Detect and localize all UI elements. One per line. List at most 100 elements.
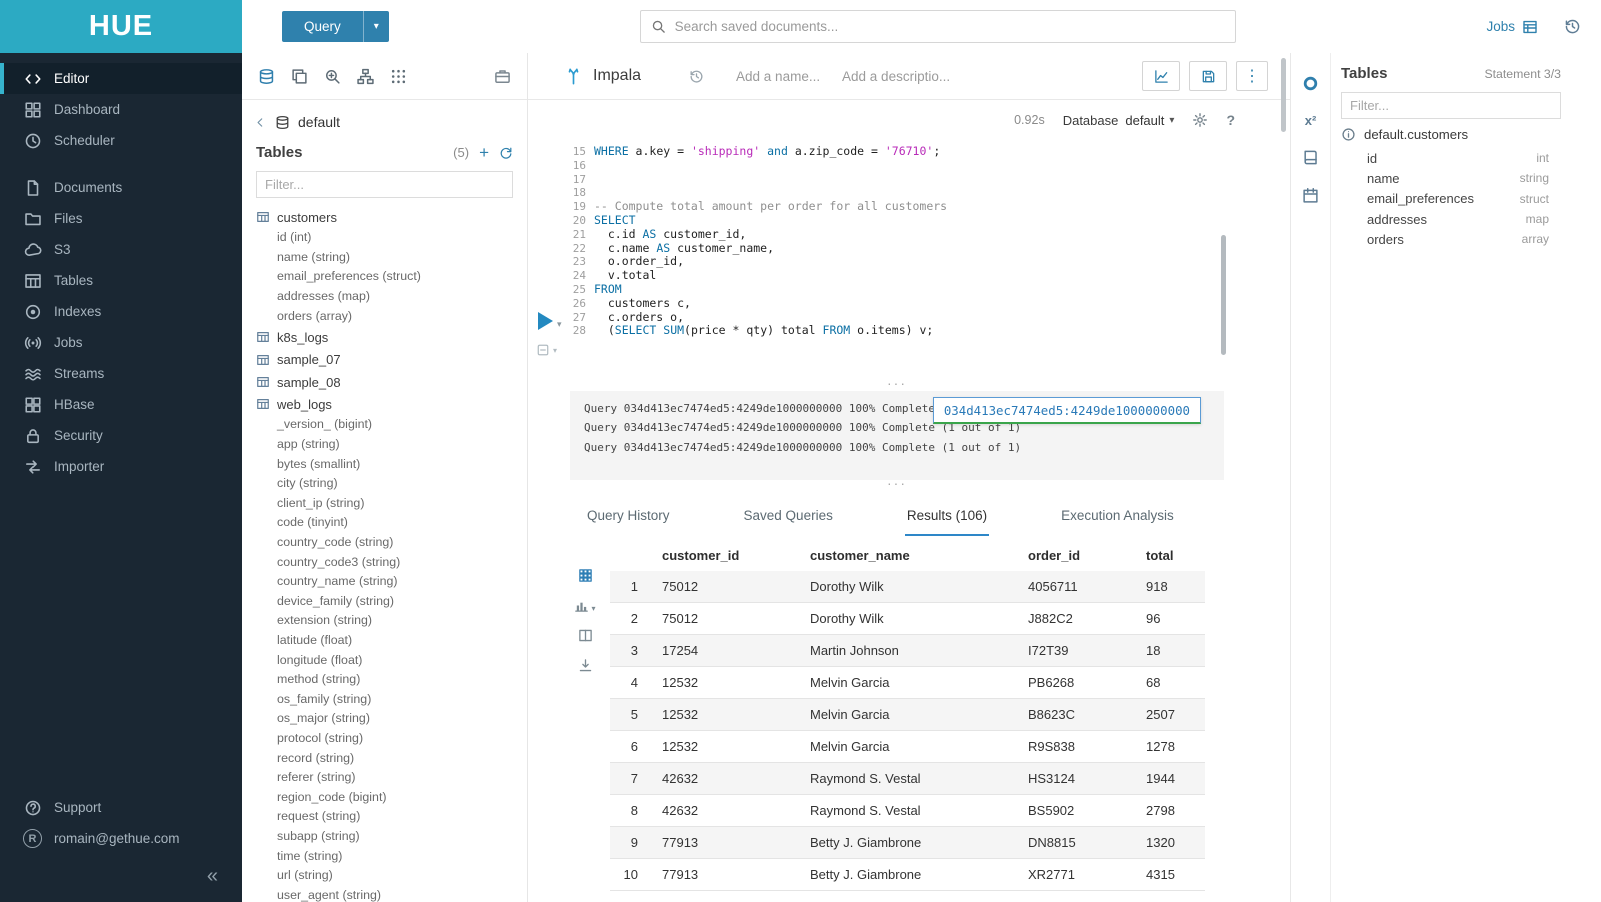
query-description-input[interactable] (842, 69, 954, 84)
assist-column[interactable]: name (string) (256, 248, 527, 268)
refresh-icon[interactable] (499, 146, 513, 160)
assist-column[interactable]: country_code3 (string) (256, 553, 527, 573)
column-row-id[interactable]: idint (1341, 148, 1561, 168)
assist-column[interactable]: city (string) (256, 474, 527, 494)
settings-gear-icon[interactable] (1192, 112, 1208, 128)
sidebar-item-tables[interactable]: Tables (0, 265, 242, 296)
execute-button[interactable] (538, 312, 553, 330)
sidebar-user[interactable]: Rromain@gethue.com (0, 823, 242, 854)
more-actions-button[interactable]: ⋮ (1236, 61, 1268, 91)
history-icon[interactable] (1564, 18, 1581, 35)
grid-view-icon[interactable] (578, 568, 593, 583)
column-header[interactable]: customer_id (654, 544, 802, 571)
editor-scrollbar[interactable] (1221, 235, 1226, 355)
assist-column[interactable]: longitude (float) (256, 651, 527, 671)
sidebar-item-indexes[interactable]: Indexes (0, 296, 242, 327)
assist-column[interactable]: device_family (string) (256, 592, 527, 612)
sidebar-item-dashboard[interactable]: Dashboard (0, 94, 242, 125)
table-row[interactable]: 412532Melvin GarciaPB626868 (610, 667, 1205, 699)
assist-column[interactable]: email_preferences (struct) (256, 267, 527, 287)
language-reference-icon[interactable] (1302, 149, 1319, 166)
assist-column[interactable]: orders (array) (256, 307, 527, 327)
assist-column[interactable]: protocol (string) (256, 729, 527, 749)
table-row[interactable]: 742632Raymond S. VestalHS31241944 (610, 763, 1205, 795)
database-selector[interactable]: default ▾ (1125, 113, 1174, 128)
assist-column[interactable]: extension (string) (256, 611, 527, 631)
engine-name[interactable]: Impala (593, 67, 641, 85)
assist-column[interactable]: time (string) (256, 847, 527, 867)
statement-options-button[interactable]: ▾ (536, 343, 557, 357)
execute-options-caret[interactable]: ▾ (557, 319, 562, 330)
assist-column[interactable]: country_code (string) (256, 533, 527, 553)
table-row[interactable]: 317254Martin JohnsonI72T3918 (610, 635, 1205, 667)
assist-column[interactable]: user_agent (string) (256, 886, 527, 902)
tab-query-history[interactable]: Query History (585, 500, 672, 536)
sidebar-item-files[interactable]: Files (0, 203, 242, 234)
main-scrollbar[interactable] (1281, 58, 1286, 132)
assist-column[interactable]: os_family (string) (256, 690, 527, 710)
assist-table-sample-08[interactable]: sample_08 (256, 371, 527, 393)
assist-column[interactable]: latitude (float) (256, 631, 527, 651)
resize-grip[interactable]: ··· (570, 480, 1224, 491)
global-search[interactable] (640, 10, 1236, 43)
column-header[interactable]: total (1138, 544, 1205, 571)
assist-column[interactable]: method (string) (256, 670, 527, 690)
download-icon[interactable] (578, 658, 593, 673)
sidebar-item-editor[interactable]: Editor (0, 63, 242, 94)
job-id-popover[interactable]: 034d413ec7474ed5:4249de1000000000 (933, 397, 1201, 424)
column-row-orders[interactable]: ordersarray (1341, 229, 1561, 249)
assist-column[interactable]: app (string) (256, 435, 527, 455)
sidebar-item-scheduler[interactable]: Scheduler (0, 125, 242, 156)
sidebar-item-hbase[interactable]: HBase (0, 389, 242, 420)
assist-column[interactable]: addresses (map) (256, 287, 527, 307)
sidebar-item-s3[interactable]: S3 (0, 234, 242, 265)
help-icon[interactable]: ? (1226, 112, 1235, 128)
assist-tab-sql-icon[interactable] (258, 68, 275, 85)
tab-saved-queries[interactable]: Saved Queries (742, 500, 835, 536)
assist-tab-collections-icon[interactable] (494, 68, 511, 85)
table-row[interactable]: 175012Dorothy Wilk4056711918 (610, 571, 1205, 603)
table-row[interactable]: 275012Dorothy WilkJ882C296 (610, 603, 1205, 635)
assist-column[interactable]: client_ip (string) (256, 494, 527, 514)
resize-grip[interactable]: ··· (570, 380, 1224, 391)
search-input[interactable] (675, 19, 1225, 34)
sidebar-item-support[interactable]: Support (0, 792, 242, 823)
table-row[interactable]: 512532Melvin GarciaB8623C2507 (610, 699, 1205, 731)
column-header[interactable]: order_id (1020, 544, 1138, 571)
column-row-email-preferences[interactable]: email_preferencesstruct (1341, 189, 1561, 209)
sql-code-editor[interactable]: WHERE a.key = 'shipping' and a.zip_code … (594, 145, 1290, 380)
assist-column[interactable]: record (string) (256, 749, 527, 769)
query-name-input[interactable] (736, 69, 836, 84)
assist-column[interactable]: referer (string) (256, 768, 527, 788)
column-row-addresses[interactable]: addressesmap (1341, 209, 1561, 229)
assist-column[interactable]: subapp (string) (256, 827, 527, 847)
tab-execution-analysis[interactable]: Execution Analysis (1059, 500, 1176, 536)
assist-table-web-logs[interactable]: web_logs (256, 393, 527, 415)
assist-column[interactable]: code (tinyint) (256, 513, 527, 533)
hue-logo[interactable]: HUE (0, 0, 242, 53)
editor-assistant-icon[interactable] (1302, 75, 1319, 92)
assist-column[interactable]: url (string) (256, 866, 527, 886)
chart-view-button[interactable]: ▾ (574, 598, 595, 613)
assist-column[interactable]: country_name (string) (256, 572, 527, 592)
table-row[interactable]: 1077913Betty J. GiambroneXR27714315 (610, 859, 1205, 891)
assist-tab-search-icon[interactable] (324, 68, 341, 85)
assist-column[interactable]: id (int) (256, 228, 527, 248)
assist-table-customers[interactable]: customers (256, 206, 527, 228)
sidebar-item-streams[interactable]: Streams (0, 358, 242, 389)
schedule-icon[interactable] (1302, 187, 1319, 204)
right-filter-input[interactable] (1341, 92, 1561, 119)
column-header[interactable]: customer_name (802, 544, 1020, 571)
back-chevron-icon[interactable] (254, 116, 267, 129)
assist-tab-documents-icon[interactable] (291, 68, 308, 85)
table-row[interactable]: 977913Betty J. GiambroneDN88151320 (610, 827, 1205, 859)
assist-column[interactable]: bytes (smallint) (256, 455, 527, 475)
assist-table-k8s-logs[interactable]: k8s_logs (256, 326, 527, 348)
table-row[interactable]: 612532Melvin GarciaR9S8381278 (610, 731, 1205, 763)
column-row-name[interactable]: namestring (1341, 168, 1561, 188)
add-table-icon[interactable]: + (479, 144, 489, 161)
assist-filter-input[interactable] (256, 171, 513, 198)
assist-column[interactable]: request (string) (256, 807, 527, 827)
sidebar-item-security[interactable]: Security (0, 420, 242, 451)
columns-view-icon[interactable] (578, 628, 593, 643)
